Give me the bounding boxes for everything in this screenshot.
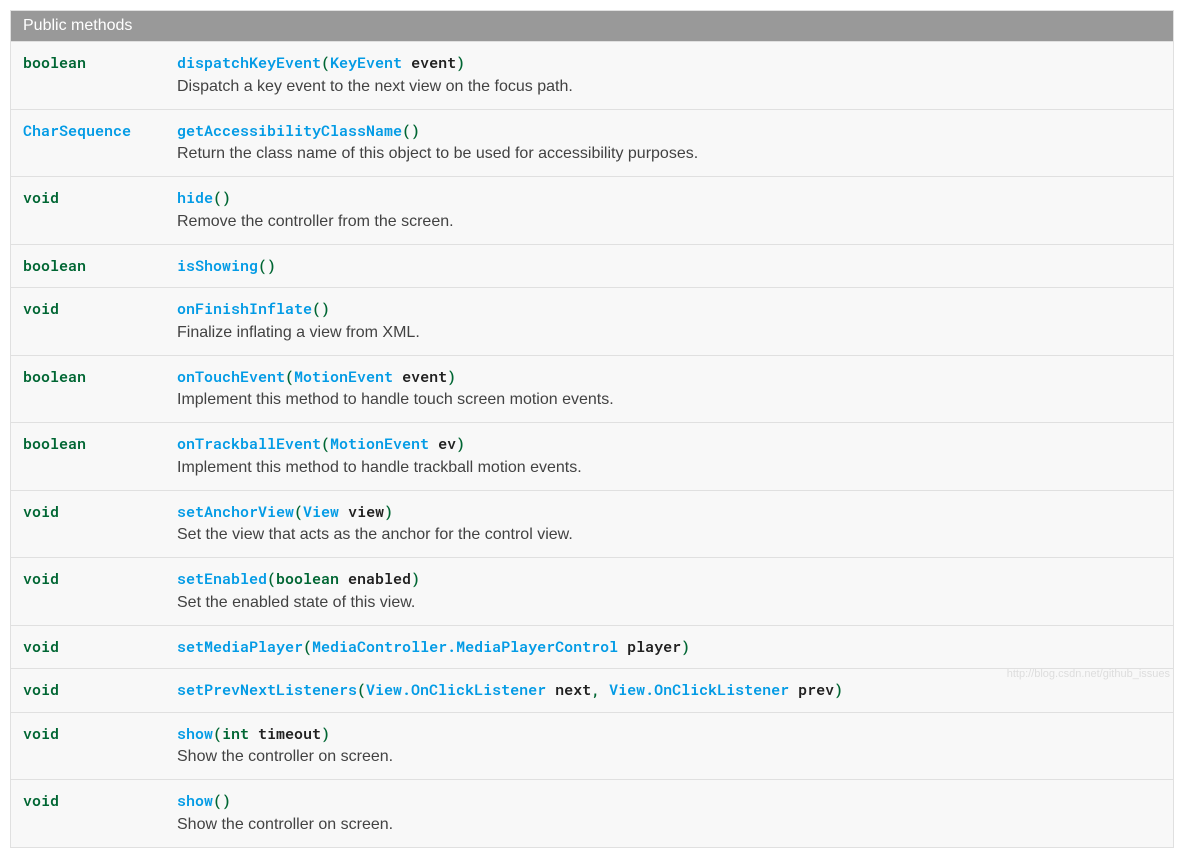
method-signature: setEnabled(boolean enabled): [177, 568, 1161, 591]
method-cell: show()Show the controller on screen.: [165, 780, 1174, 848]
type-link[interactable]: MotionEvent: [294, 367, 393, 387]
method-signature: onTrackballEvent(MotionEvent ev): [177, 433, 1161, 456]
type-link[interactable]: setMediaPlayer: [177, 637, 303, 657]
method-cell: setMediaPlayer(MediaController.MediaPlay…: [165, 625, 1174, 669]
type-link[interactable]: isShowing: [177, 256, 258, 276]
return-type: boolean: [11, 423, 166, 491]
method-signature: show(int timeout): [177, 723, 1161, 746]
return-type: boolean: [11, 244, 166, 288]
table-row: booleandispatchKeyEvent(KeyEvent event)D…: [11, 42, 1174, 110]
table-row: voidshow(int timeout)Show the controller…: [11, 712, 1174, 780]
type-link[interactable]: MotionEvent: [330, 434, 429, 454]
type-link[interactable]: onFinishInflate: [177, 299, 312, 319]
method-cell: setAnchorView(View view)Set the view tha…: [165, 490, 1174, 558]
method-cell: setPrevNextListeners(View.OnClickListene…: [165, 669, 1174, 713]
type-link[interactable]: View: [303, 502, 339, 522]
method-description: Implement this method to handle touch sc…: [177, 388, 1161, 412]
type-link[interactable]: View.OnClickListener: [609, 680, 789, 700]
public-methods-table: Public methods booleandispatchKeyEvent(K…: [10, 10, 1174, 848]
type-link[interactable]: setAnchorView: [177, 502, 294, 522]
method-description: Return the class name of this object to …: [177, 142, 1161, 166]
return-type: boolean: [11, 42, 166, 110]
method-description: Show the controller on screen.: [177, 813, 1161, 837]
method-signature: show(): [177, 790, 1161, 813]
return-type: void: [11, 712, 166, 780]
return-type: void: [11, 177, 166, 245]
method-cell: show(int timeout)Show the controller on …: [165, 712, 1174, 780]
method-description: Finalize inflating a view from XML.: [177, 321, 1161, 345]
method-description: Show the controller on screen.: [177, 745, 1161, 769]
type-link[interactable]: show: [177, 791, 213, 811]
table-row: voidonFinishInflate()Finalize inflating …: [11, 288, 1174, 356]
return-type: void: [11, 490, 166, 558]
table-row: voidhide()Remove the controller from the…: [11, 177, 1174, 245]
table-row: CharSequencegetAccessibilityClassName()R…: [11, 109, 1174, 177]
type-link[interactable]: MediaController.MediaPlayerControl: [312, 637, 618, 657]
type-link[interactable]: dispatchKeyEvent: [177, 53, 321, 73]
method-signature: hide(): [177, 187, 1161, 210]
return-type: void: [11, 558, 166, 626]
method-signature: setMediaPlayer(MediaController.MediaPlay…: [177, 636, 1161, 659]
table-row: voidsetEnabled(boolean enabled)Set the e…: [11, 558, 1174, 626]
method-cell: onTrackballEvent(MotionEvent ev)Implemen…: [165, 423, 1174, 491]
type-link[interactable]: getAccessibilityClassName: [177, 121, 402, 141]
table-row: void setMediaPlayer(MediaController.Media…: [11, 625, 1174, 669]
type-link[interactable]: View.OnClickListener: [366, 680, 546, 700]
type-link[interactable]: setPrevNextListeners: [177, 680, 357, 700]
table-header: Public methods: [11, 11, 1174, 42]
table-row: booleanonTrackballEvent(MotionEvent ev)I…: [11, 423, 1174, 491]
type-link[interactable]: onTouchEvent: [177, 367, 285, 387]
return-type: void: [11, 625, 166, 669]
type-link[interactable]: hide: [177, 188, 213, 208]
table-row: voidshow()Show the controller on screen.: [11, 780, 1174, 848]
method-cell: hide()Remove the controller from the scr…: [165, 177, 1174, 245]
table-row: void setPrevNextListeners(View.OnClickLis…: [11, 669, 1174, 713]
method-signature: isShowing(): [177, 255, 1161, 278]
method-cell: getAccessibilityClassName()Return the cl…: [165, 109, 1174, 177]
return-type: void: [11, 780, 166, 848]
method-description: Set the enabled state of this view.: [177, 591, 1161, 615]
method-signature: setAnchorView(View view): [177, 501, 1161, 524]
method-description: Dispatch a key event to the next view on…: [177, 75, 1161, 99]
type-link[interactable]: show: [177, 724, 213, 744]
method-description: Remove the controller from the screen.: [177, 210, 1161, 234]
method-cell: dispatchKeyEvent(KeyEvent event)Dispatch…: [165, 42, 1174, 110]
type-link[interactable]: onTrackballEvent: [177, 434, 321, 454]
table-row: boolean isShowing(): [11, 244, 1174, 288]
method-cell: isShowing(): [165, 244, 1174, 288]
methods-body: booleandispatchKeyEvent(KeyEvent event)D…: [11, 42, 1174, 848]
method-cell: onFinishInflate()Finalize inflating a vi…: [165, 288, 1174, 356]
return-type: void: [11, 669, 166, 713]
method-cell: setEnabled(boolean enabled)Set the enabl…: [165, 558, 1174, 626]
type-link[interactable]: setEnabled: [177, 569, 267, 589]
method-signature: onTouchEvent(MotionEvent event): [177, 366, 1161, 389]
type-link[interactable]: KeyEvent: [330, 53, 402, 73]
method-signature: setPrevNextListeners(View.OnClickListene…: [177, 679, 1161, 702]
method-signature: dispatchKeyEvent(KeyEvent event): [177, 52, 1161, 75]
method-description: Set the view that acts as the anchor for…: [177, 523, 1161, 547]
return-type: void: [11, 288, 166, 356]
method-cell: onTouchEvent(MotionEvent event)Implement…: [165, 355, 1174, 423]
method-signature: onFinishInflate(): [177, 298, 1161, 321]
table-row: voidsetAnchorView(View view)Set the view…: [11, 490, 1174, 558]
return-type: boolean: [11, 355, 166, 423]
method-signature: getAccessibilityClassName(): [177, 120, 1161, 143]
table-row: booleanonTouchEvent(MotionEvent event)Im…: [11, 355, 1174, 423]
return-type[interactable]: CharSequence: [11, 109, 166, 177]
method-description: Implement this method to handle trackbal…: [177, 456, 1161, 480]
